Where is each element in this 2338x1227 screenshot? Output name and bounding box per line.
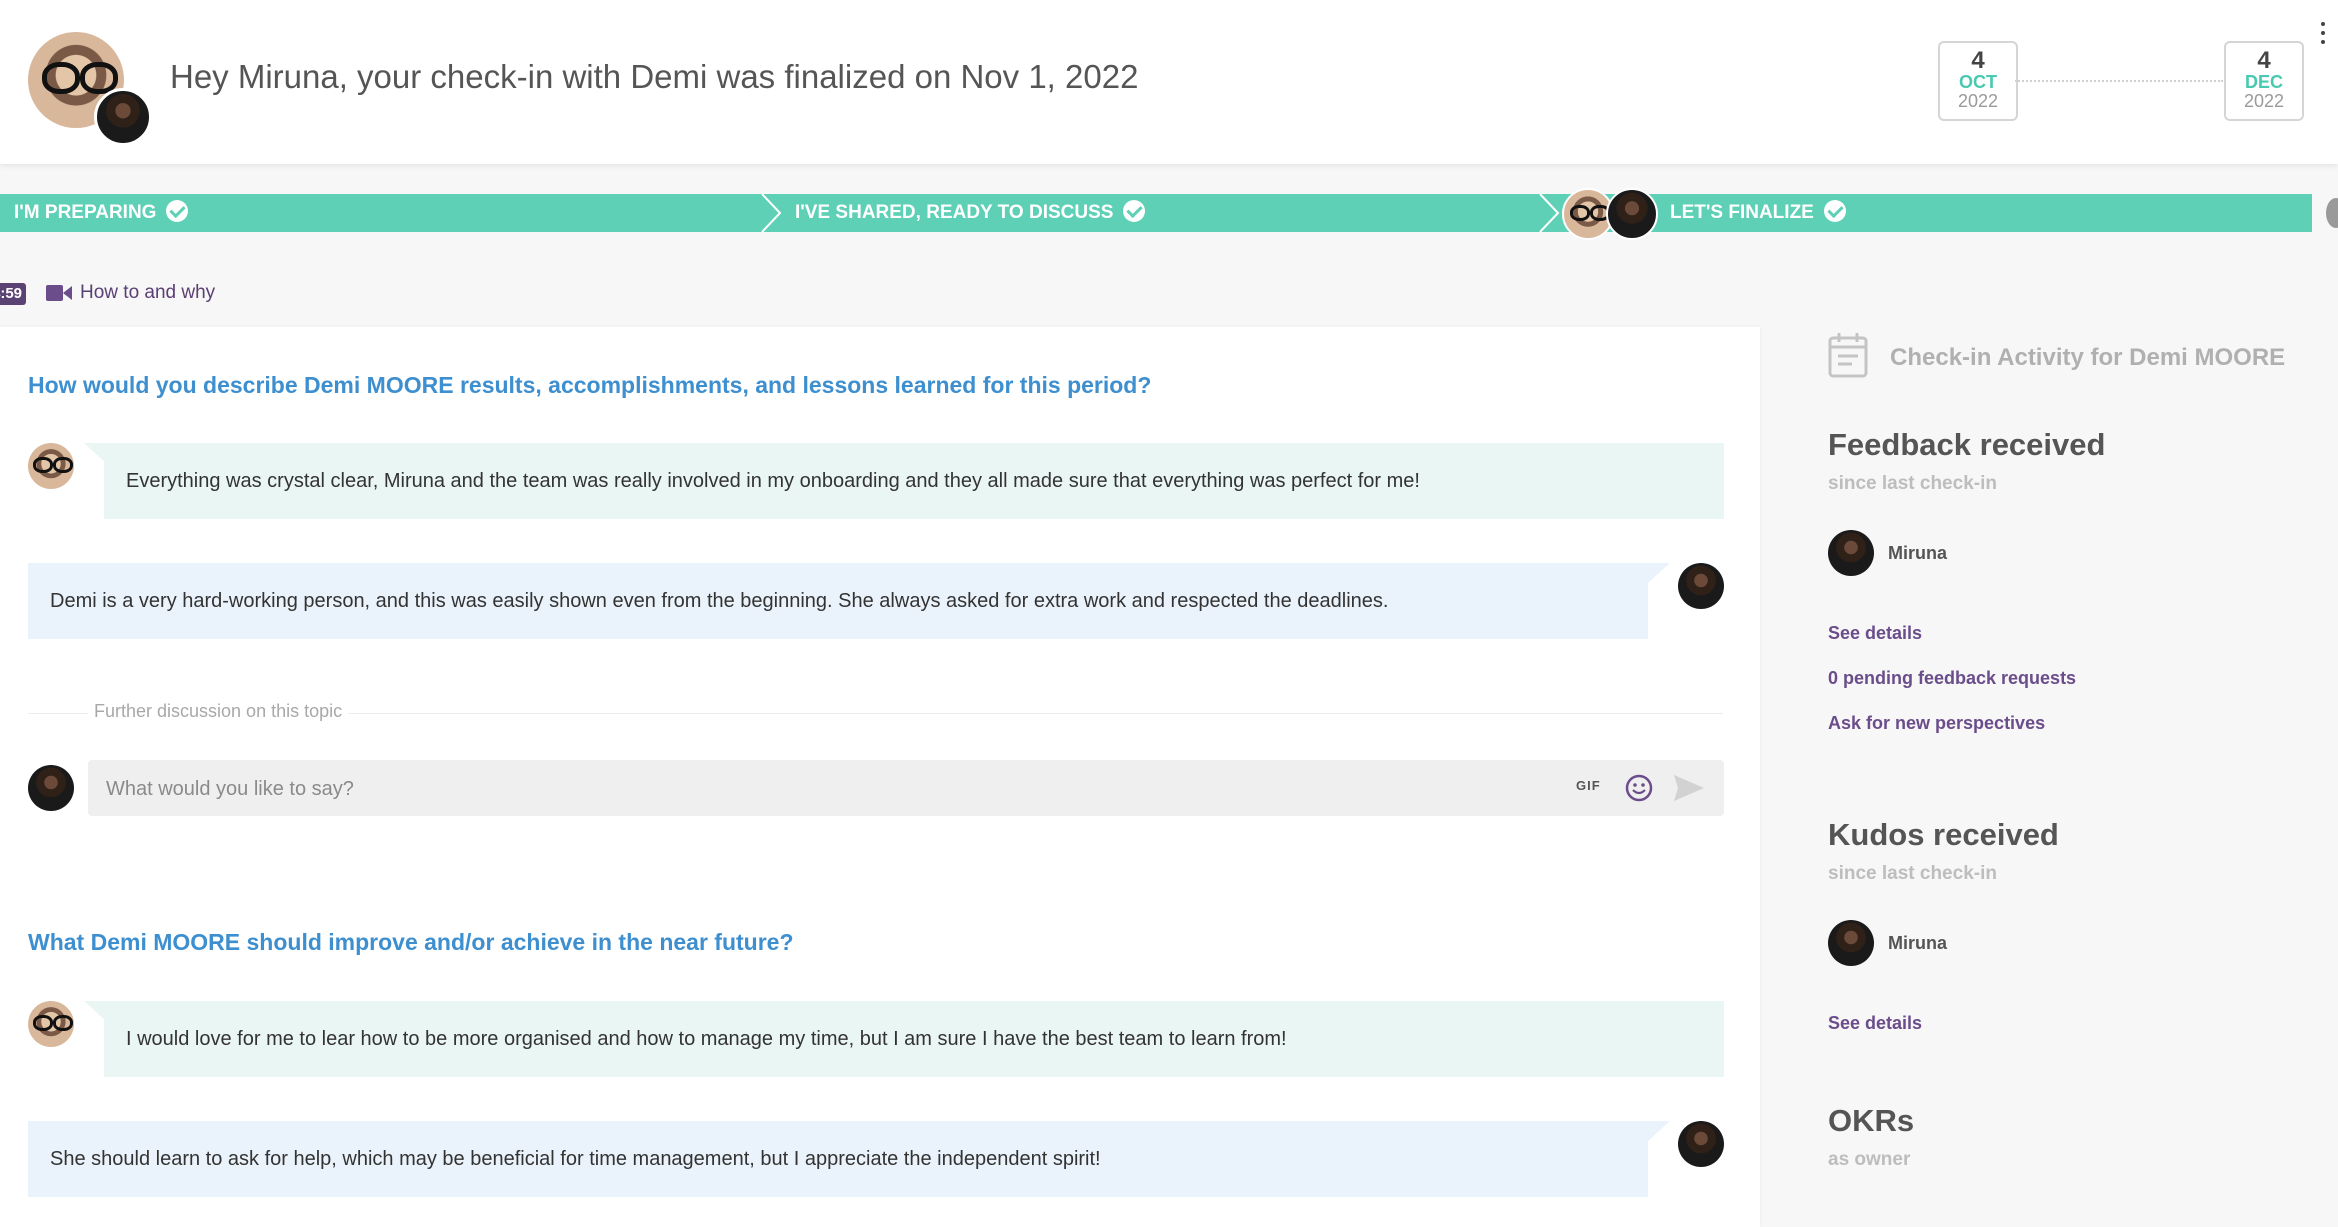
start-date-year: 2022	[1957, 91, 1999, 111]
progress-end-marker	[2326, 198, 2338, 228]
video-duration-badge: 4:59	[0, 283, 27, 305]
person-avatar	[1828, 920, 1874, 966]
current-user-avatar	[28, 765, 74, 811]
how-to-link[interactable]: How to and why	[46, 282, 215, 304]
pending-feedback-link[interactable]: 0 pending feedback requests	[1828, 668, 2076, 689]
page-title: Hey Miruna, your check-in with Demi was …	[170, 58, 1139, 95]
manager-answer-text: She should learn to ask for help, which …	[50, 1148, 1101, 1170]
checkin-activity-sidebar: Check-in Activity for Demi MOORE Feedbac…	[1760, 327, 2338, 1188]
question-title: How would you describe Demi MOORE result…	[28, 372, 1152, 398]
start-date-month: OCT	[1959, 72, 1997, 92]
date-range-line	[2015, 80, 2223, 82]
step-separator-icon	[761, 194, 782, 232]
okrs-subtitle: as owner	[1828, 1149, 1911, 1170]
step-preparing[interactable]: I'M PREPARING	[14, 194, 189, 232]
employee-avatar	[28, 443, 74, 489]
participants-avatars	[1562, 188, 1658, 240]
bubble-tail	[84, 443, 106, 463]
further-discussion-divider: Further discussion on this topic	[28, 701, 1723, 722]
further-discussion-label: Further discussion on this topic	[88, 701, 349, 722]
okrs-title: OKRs	[1828, 1103, 1915, 1138]
employee-answer: I would love for me to lear how to be mo…	[104, 1001, 1724, 1077]
employee-answer-text: Everything was crystal clear, Miruna and…	[126, 470, 1420, 492]
activity-header: Check-in Activity for Demi MOORE	[1828, 332, 2285, 383]
manager-avatar	[1678, 563, 1724, 609]
kudos-see-details-link[interactable]: See details	[1828, 1013, 1922, 1034]
check-icon	[1823, 199, 1846, 222]
end-date-day: 4	[2257, 47, 2271, 74]
person-name: Miruna	[1888, 933, 1948, 953]
comment-input[interactable]	[104, 760, 1508, 818]
questions-card: How would you describe Demi MOORE result…	[0, 327, 1760, 1227]
feedback-title: Feedback received	[1828, 427, 2106, 462]
calendar-icon	[1828, 333, 1868, 378]
comment-box: GIF	[88, 760, 1724, 818]
start-date-badge: 4 OCT 2022	[1938, 41, 2018, 121]
person-avatar	[1828, 530, 1874, 576]
check-icon	[1123, 199, 1146, 222]
kudos-title: Kudos received	[1828, 817, 2059, 852]
step-finalize[interactable]: LET'S FINALIZE	[1670, 194, 1846, 232]
feedback-subtitle: since last check-in	[1828, 473, 1997, 494]
manager-answer: She should learn to ask for help, which …	[28, 1121, 1648, 1197]
manager-avatar	[1678, 1121, 1724, 1167]
video-camera-icon	[46, 284, 72, 301]
question-title: What Demi MOORE should improve and/or ac…	[28, 929, 794, 955]
person-name: Miruna	[1888, 543, 1948, 563]
activity-title: Check-in Activity for Demi MOORE	[1890, 344, 2286, 371]
employee-answer-text: I would love for me to lear how to be mo…	[126, 1028, 1287, 1050]
end-date-year: 2022	[2243, 91, 2285, 111]
bubble-tail	[84, 1001, 106, 1021]
send-icon[interactable]	[1674, 775, 1704, 801]
end-date-month: DEC	[2244, 72, 2283, 92]
more-options-icon[interactable]	[2318, 22, 2328, 48]
employee-answer: Everything was crystal clear, Miruna and…	[104, 443, 1724, 519]
manager-avatar	[1606, 188, 1658, 240]
step-shared[interactable]: I'VE SHARED, READY TO DISCUSS	[795, 194, 1146, 232]
manager-avatar	[94, 88, 152, 146]
step-finalize-label: LET'S FINALIZE	[1670, 202, 1814, 223]
step-separator-icon	[1539, 194, 1560, 232]
step-shared-label: I'VE SHARED, READY TO DISCUSS	[795, 202, 1114, 223]
kudos-subtitle: since last check-in	[1828, 863, 1997, 884]
end-date-badge: 4 DEC 2022	[2224, 41, 2304, 121]
feedback-see-details-link[interactable]: See details	[1828, 623, 1922, 644]
step-preparing-label: I'M PREPARING	[14, 202, 157, 223]
check-icon	[166, 199, 189, 222]
manager-answer-text: Demi is a very hard-working person, and …	[50, 590, 1389, 612]
employee-avatar	[28, 1001, 74, 1047]
start-date-day: 4	[1971, 47, 1985, 74]
ask-perspectives-link[interactable]: Ask for new perspectives	[1828, 713, 2045, 734]
emoji-icon[interactable]	[1624, 773, 1654, 803]
checkin-progress-bar: I'M PREPARING I'VE SHARED, READY TO DISC…	[0, 188, 2312, 240]
bubble-tail	[1648, 1121, 1670, 1141]
gif-button[interactable]: GIF	[1576, 778, 1601, 793]
bubble-tail	[1648, 563, 1670, 583]
manager-answer: Demi is a very hard-working person, and …	[28, 563, 1648, 639]
page-header: Hey Miruna, your check-in with Demi was …	[0, 0, 2338, 164]
how-to-label: How to and why	[80, 282, 216, 303]
